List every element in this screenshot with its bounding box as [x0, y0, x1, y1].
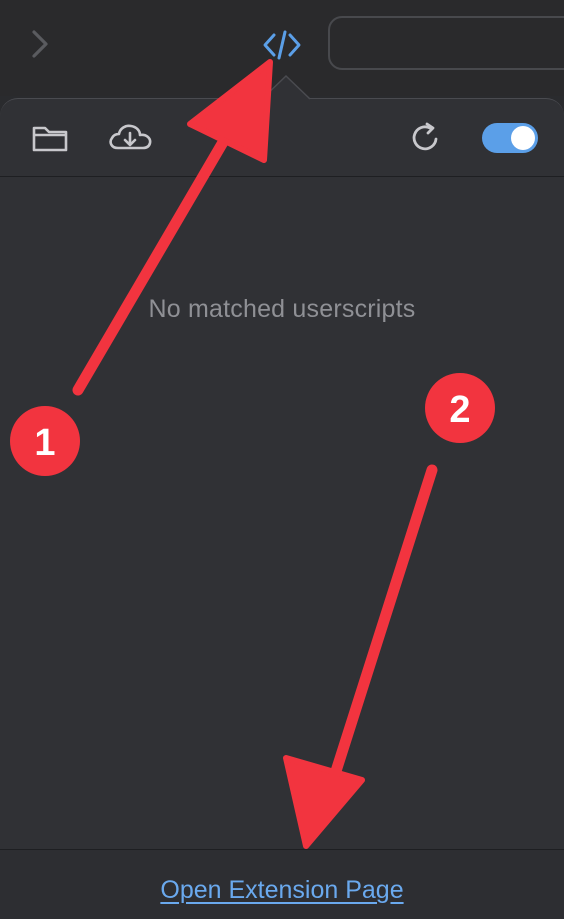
open-folder-button[interactable] [25, 117, 75, 159]
extension-popover: No matched userscripts Open Extension Pa… [0, 98, 564, 919]
popover-caret [262, 74, 310, 100]
popover-header [0, 99, 564, 177]
toggle-knob [511, 126, 535, 150]
code-brackets-icon[interactable] [262, 28, 302, 62]
cloud-download-icon [109, 124, 152, 150]
download-script-button[interactable] [105, 117, 155, 159]
empty-state-message: No matched userscripts [148, 295, 416, 323]
open-extension-page-link[interactable]: Open Extension Page [0, 876, 564, 905]
refresh-icon [412, 122, 438, 151]
chevron-right-icon[interactable] [26, 26, 54, 62]
refresh-button[interactable] [401, 117, 451, 159]
folder-icon [32, 126, 68, 152]
address-bar[interactable] [328, 16, 564, 70]
popover-footer: Open Extension Page [0, 849, 564, 919]
enable-toggle[interactable] [482, 123, 538, 153]
